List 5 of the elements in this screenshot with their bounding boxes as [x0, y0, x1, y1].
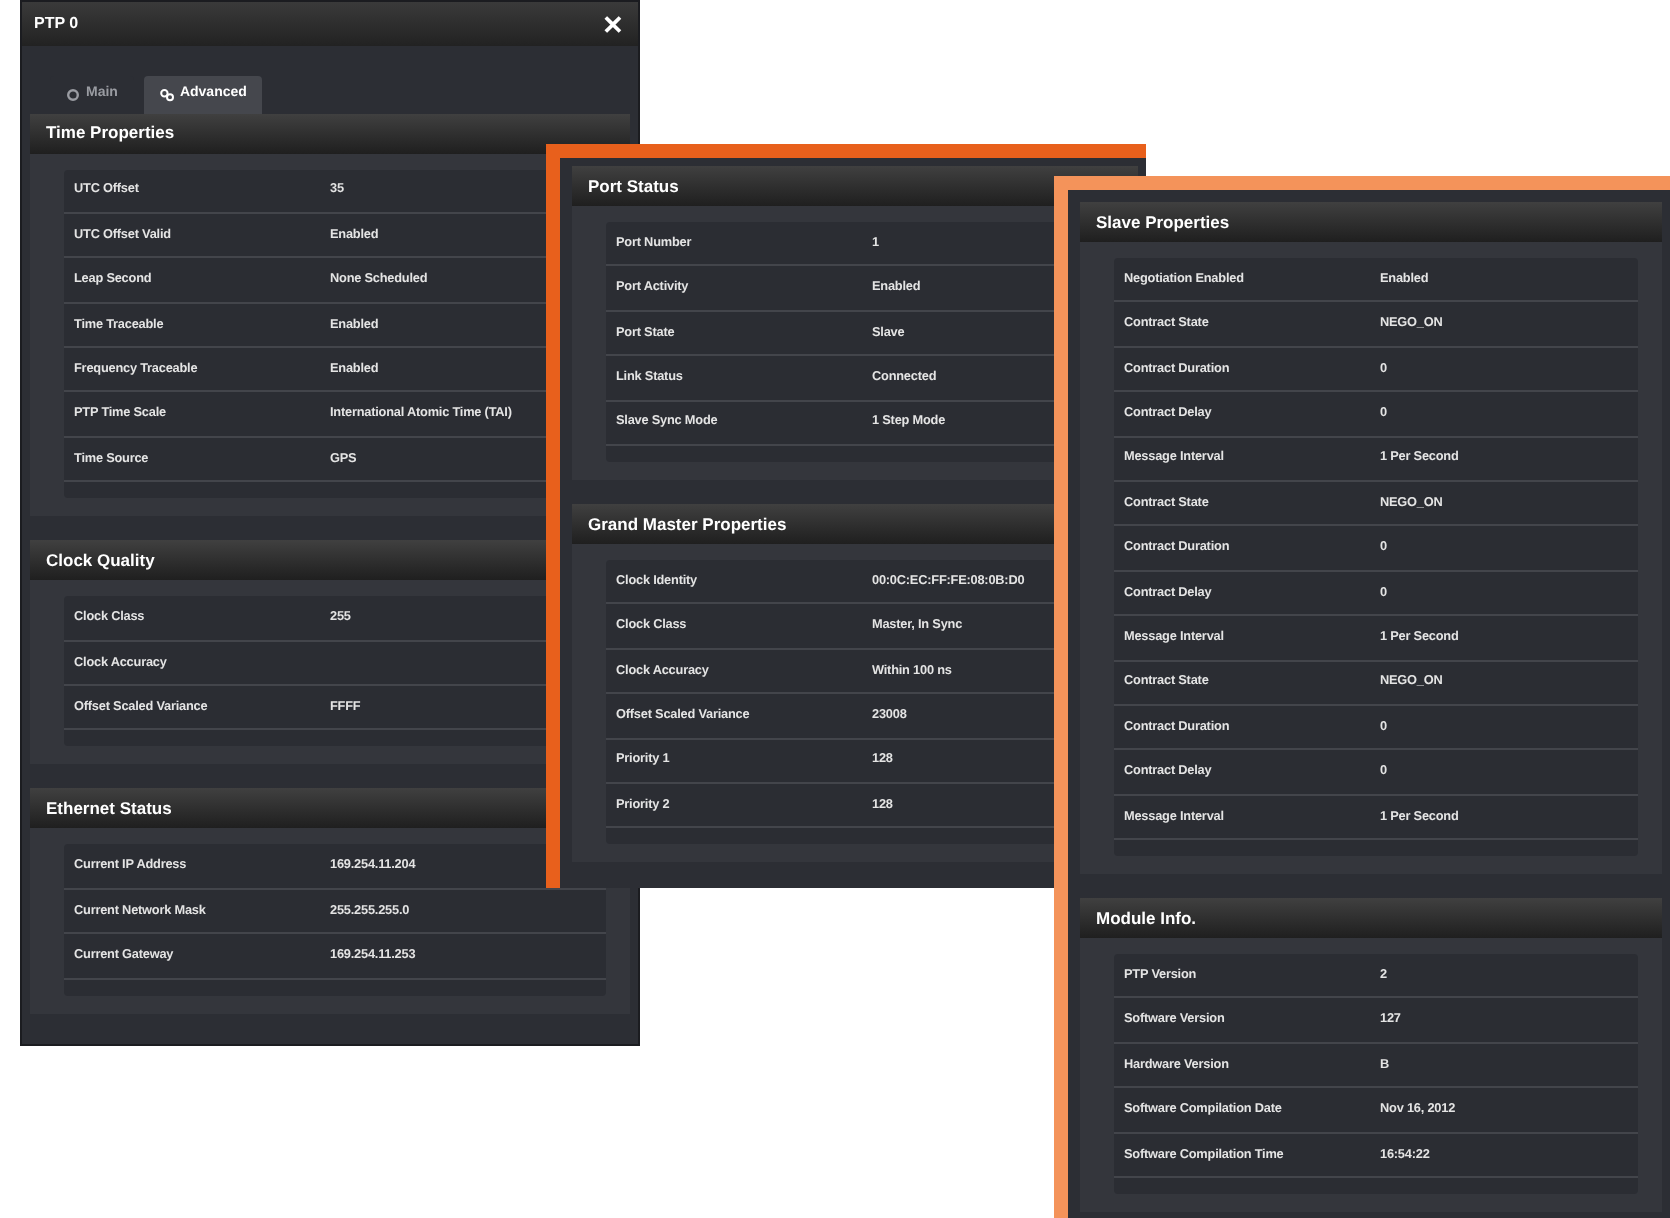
section-header: Slave Properties [1080, 202, 1662, 242]
section-header: Time Properties [30, 113, 630, 153]
close-button[interactable]: ✕ [596, 11, 630, 37]
window-title: PTP 0 [34, 12, 79, 36]
section-header: Module Info. [1080, 898, 1662, 939]
